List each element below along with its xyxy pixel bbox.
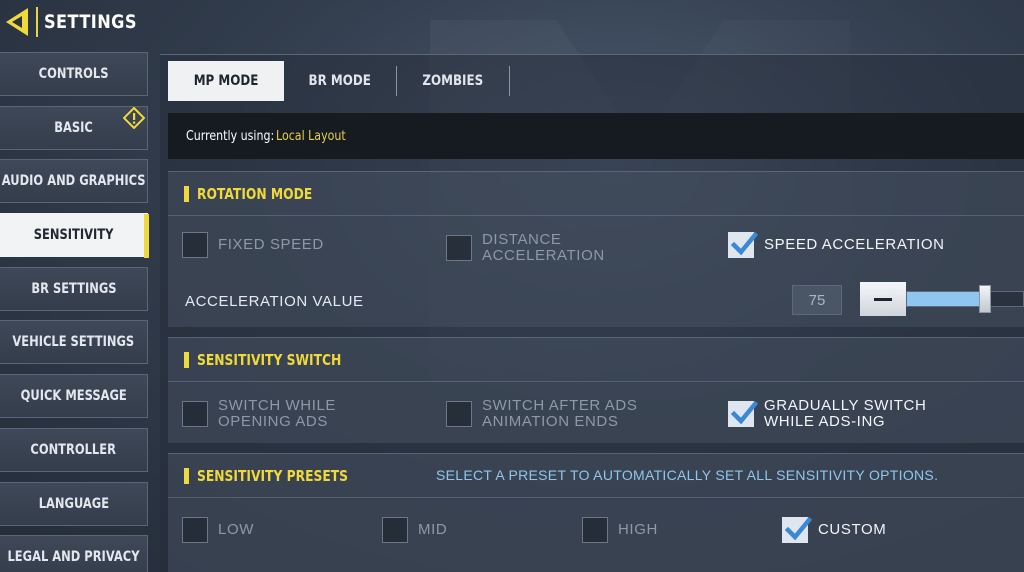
sidebar-item-label: BR SETTINGS	[30, 280, 117, 297]
sidebar-item-legal-and-privacy[interactable]: LEGAL AND PRIVACY	[0, 535, 148, 572]
rotation-mode-section: ROTATION MODE FIXED SPEED DISTANCE ACCEL…	[168, 171, 1024, 327]
checkbox-checked[interactable]	[782, 516, 812, 543]
checkmark-icon	[730, 231, 758, 256]
tab-zombies[interactable]: ZOMBIES	[397, 61, 509, 101]
option-label: HIGH	[618, 521, 658, 538]
tab-br-mode[interactable]: BR MODE	[284, 61, 396, 101]
sidebar-item-label: CONTROLS	[38, 66, 109, 82]
sensitivity-switch-section: SENSITIVITY SWITCH SWITCH WHILE OPENING …	[168, 337, 1024, 443]
option-fixed-speed[interactable]: FIXED SPEED	[182, 232, 324, 258]
sidebar: CONTROLS BASIC AUDIO AND GRAPHICS SENSIT…	[0, 52, 150, 572]
sidebar-item-label: LANGUAGE	[38, 495, 109, 512]
tab-label: BR MODE	[308, 73, 372, 89]
checkmark-icon	[784, 516, 812, 541]
section-title: SENSITIVITY SWITCH	[197, 350, 342, 369]
checkbox-checked[interactable]	[728, 231, 758, 258]
sidebar-item-audio-and-graphics[interactable]: AUDIO AND GRAPHICS	[0, 159, 148, 204]
sidebar-item-language[interactable]: LANGUAGE	[0, 481, 148, 526]
warning-icon	[123, 106, 145, 129]
preset-high[interactable]: HIGH	[582, 517, 658, 543]
option-label: SPEED ACCELERATION	[764, 236, 945, 253]
back-arrow-icon	[6, 8, 28, 36]
sidebar-item-controls[interactable]: CONTROLS	[0, 52, 148, 96]
checkmark-icon	[730, 400, 758, 425]
slider-thumb[interactable]	[979, 285, 991, 313]
sidebar-item-vehicle-settings[interactable]: VEHICLE SETTINGS	[0, 320, 148, 365]
tab-mp-mode[interactable]: MP MODE	[168, 61, 284, 101]
section-marker	[184, 185, 189, 202]
sidebar-item-label: CONTROLLER	[30, 441, 117, 458]
preset-mid[interactable]: MID	[382, 517, 447, 543]
option-switch-while-opening-ads[interactable]: SWITCH WHILE OPENING ADS	[182, 398, 336, 430]
layout-status-prefix: Currently using:	[186, 128, 275, 144]
checkbox[interactable]	[182, 232, 208, 258]
option-label: GRADUALLY SWITCH WHILE ADS-ING	[764, 397, 927, 430]
tab-divider	[509, 66, 510, 96]
section-header: ROTATION MODE	[168, 172, 1024, 216]
title-divider	[36, 7, 38, 37]
layout-status-value: Local Layout	[275, 128, 346, 144]
option-label: MID	[418, 521, 448, 538]
sidebar-item-sensitivity[interactable]: SENSITIVITY	[0, 213, 149, 259]
preset-low[interactable]: LOW	[182, 517, 254, 543]
sidebar-item-label: QUICK MESSAGE	[20, 388, 127, 405]
sidebar-item-label: SENSITIVITY	[33, 227, 114, 244]
sidebar-item-basic[interactable]: BASIC	[0, 105, 148, 150]
sidebar-item-label: VEHICLE SETTINGS	[12, 334, 135, 351]
mode-tabs: MP MODE BR MODE ZOMBIES	[168, 61, 510, 101]
option-label: LOW	[218, 521, 254, 538]
checkbox-checked[interactable]	[728, 400, 758, 427]
layout-status-bar: Currently using: Local Layout	[168, 113, 1024, 159]
checkbox[interactable]	[446, 401, 472, 427]
checkbox[interactable]	[182, 401, 208, 427]
tab-label: MP MODE	[193, 73, 259, 89]
checkbox[interactable]	[582, 517, 608, 543]
preset-custom[interactable]: CUSTOM	[782, 516, 887, 543]
sidebar-item-br-settings[interactable]: BR SETTINGS	[0, 266, 148, 311]
sensitivity-presets-section: SENSITIVITY PRESETS SELECT A PRESET TO A…	[168, 453, 1024, 572]
title-bar: SETTINGS	[0, 0, 160, 44]
presets-hint: SELECT A PRESET TO AUTOMATICALLY SET ALL…	[436, 467, 939, 483]
option-label: SWITCH AFTER ADS ANIMATION ENDS	[482, 397, 638, 430]
option-switch-after-ads-animation[interactable]: SWITCH AFTER ADS ANIMATION ENDS	[446, 398, 637, 430]
sidebar-item-label: LEGAL AND PRIVACY	[7, 549, 140, 566]
sidebar-item-controller[interactable]: CONTROLLER	[0, 427, 148, 472]
acceleration-value-input[interactable]: 75	[792, 285, 842, 315]
checkbox[interactable]	[382, 517, 408, 543]
option-label: DISTANCE ACCELERATION	[482, 231, 605, 264]
back-button[interactable]	[0, 0, 36, 44]
tab-label: ZOMBIES	[422, 73, 484, 89]
section-marker	[184, 351, 189, 368]
page-title: SETTINGS	[44, 11, 137, 33]
acceleration-value-label: ACCELERATION VALUE	[185, 293, 364, 310]
checkbox[interactable]	[182, 517, 208, 543]
settings-panel: MP MODE BR MODE ZOMBIES Currently using:…	[160, 54, 1024, 572]
sidebar-item-label: AUDIO AND GRAPHICS	[1, 173, 146, 190]
acceleration-slider[interactable]	[906, 285, 1024, 313]
section-header: SENSITIVITY PRESETS SELECT A PRESET TO A…	[168, 454, 1024, 498]
option-gradually-switch[interactable]: GRADUALLY SWITCH WHILE ADS-ING	[728, 398, 926, 430]
sidebar-item-label: BASIC	[54, 119, 93, 136]
section-header: SENSITIVITY SWITCH	[168, 338, 1024, 382]
option-label: SWITCH WHILE OPENING ADS	[218, 397, 337, 430]
option-label: FIXED SPEED	[218, 236, 324, 253]
section-marker	[184, 467, 189, 484]
slider-fill	[907, 292, 985, 306]
option-label: CUSTOM	[818, 521, 887, 538]
option-distance-acceleration[interactable]: DISTANCE ACCELERATION	[446, 232, 605, 264]
sidebar-item-quick-message[interactable]: QUICK MESSAGE	[0, 374, 148, 419]
section-title: SENSITIVITY PRESETS	[197, 466, 349, 485]
minus-icon	[874, 297, 892, 301]
checkbox[interactable]	[446, 235, 472, 261]
section-title: ROTATION MODE	[197, 184, 313, 203]
option-speed-acceleration[interactable]: SPEED ACCELERATION	[728, 231, 945, 258]
decrease-button[interactable]	[860, 282, 906, 316]
